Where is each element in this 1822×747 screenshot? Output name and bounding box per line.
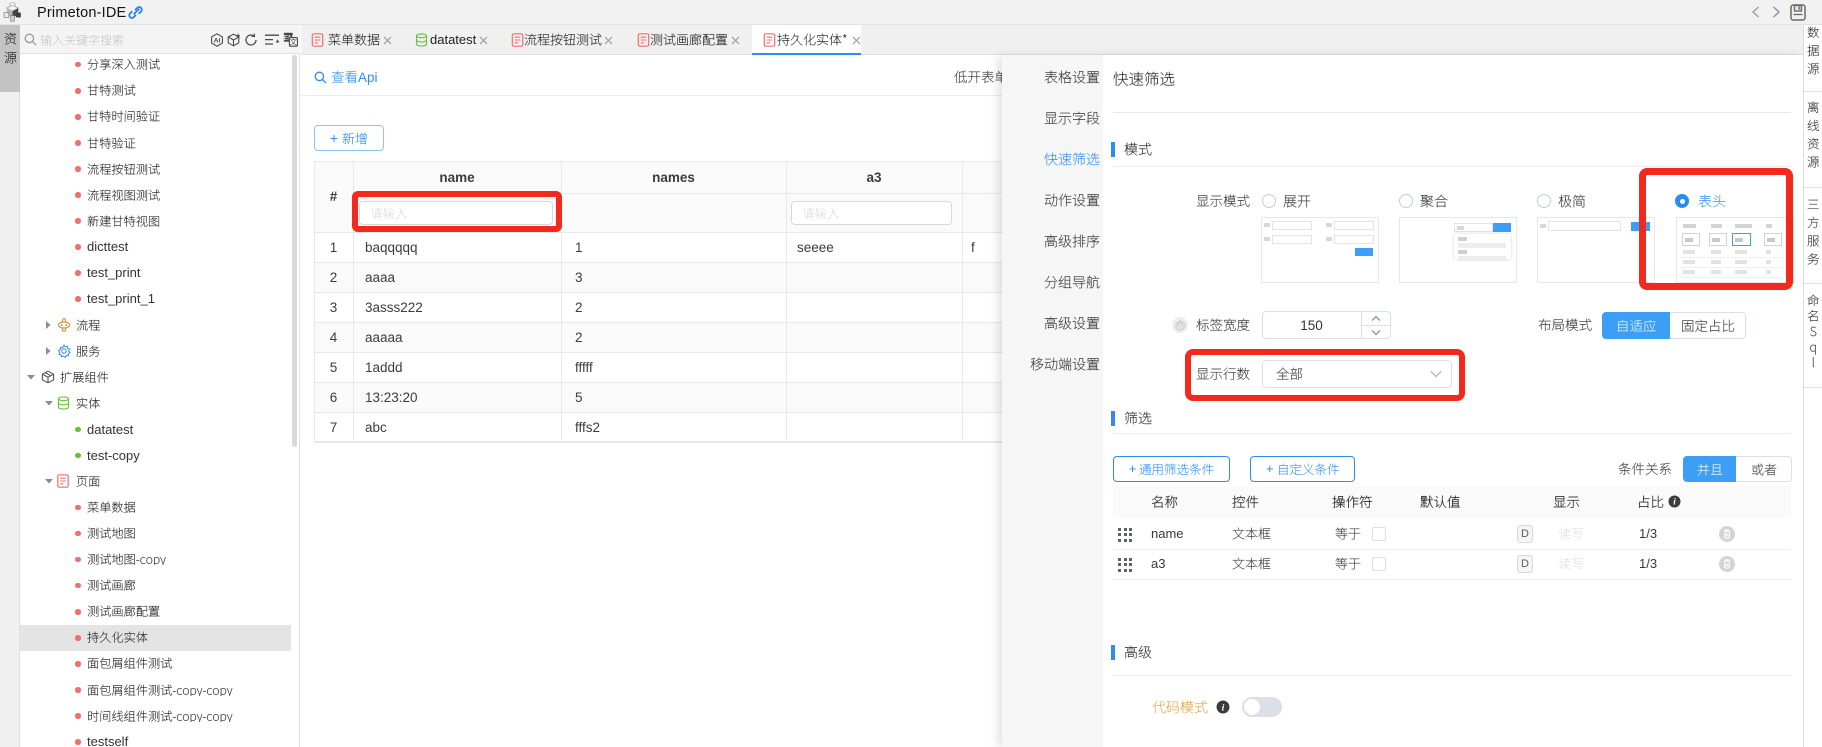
svg-text:i: i (1222, 702, 1225, 713)
svg-text:AI: AI (214, 38, 221, 45)
svg-text:文: 文 (290, 36, 298, 46)
